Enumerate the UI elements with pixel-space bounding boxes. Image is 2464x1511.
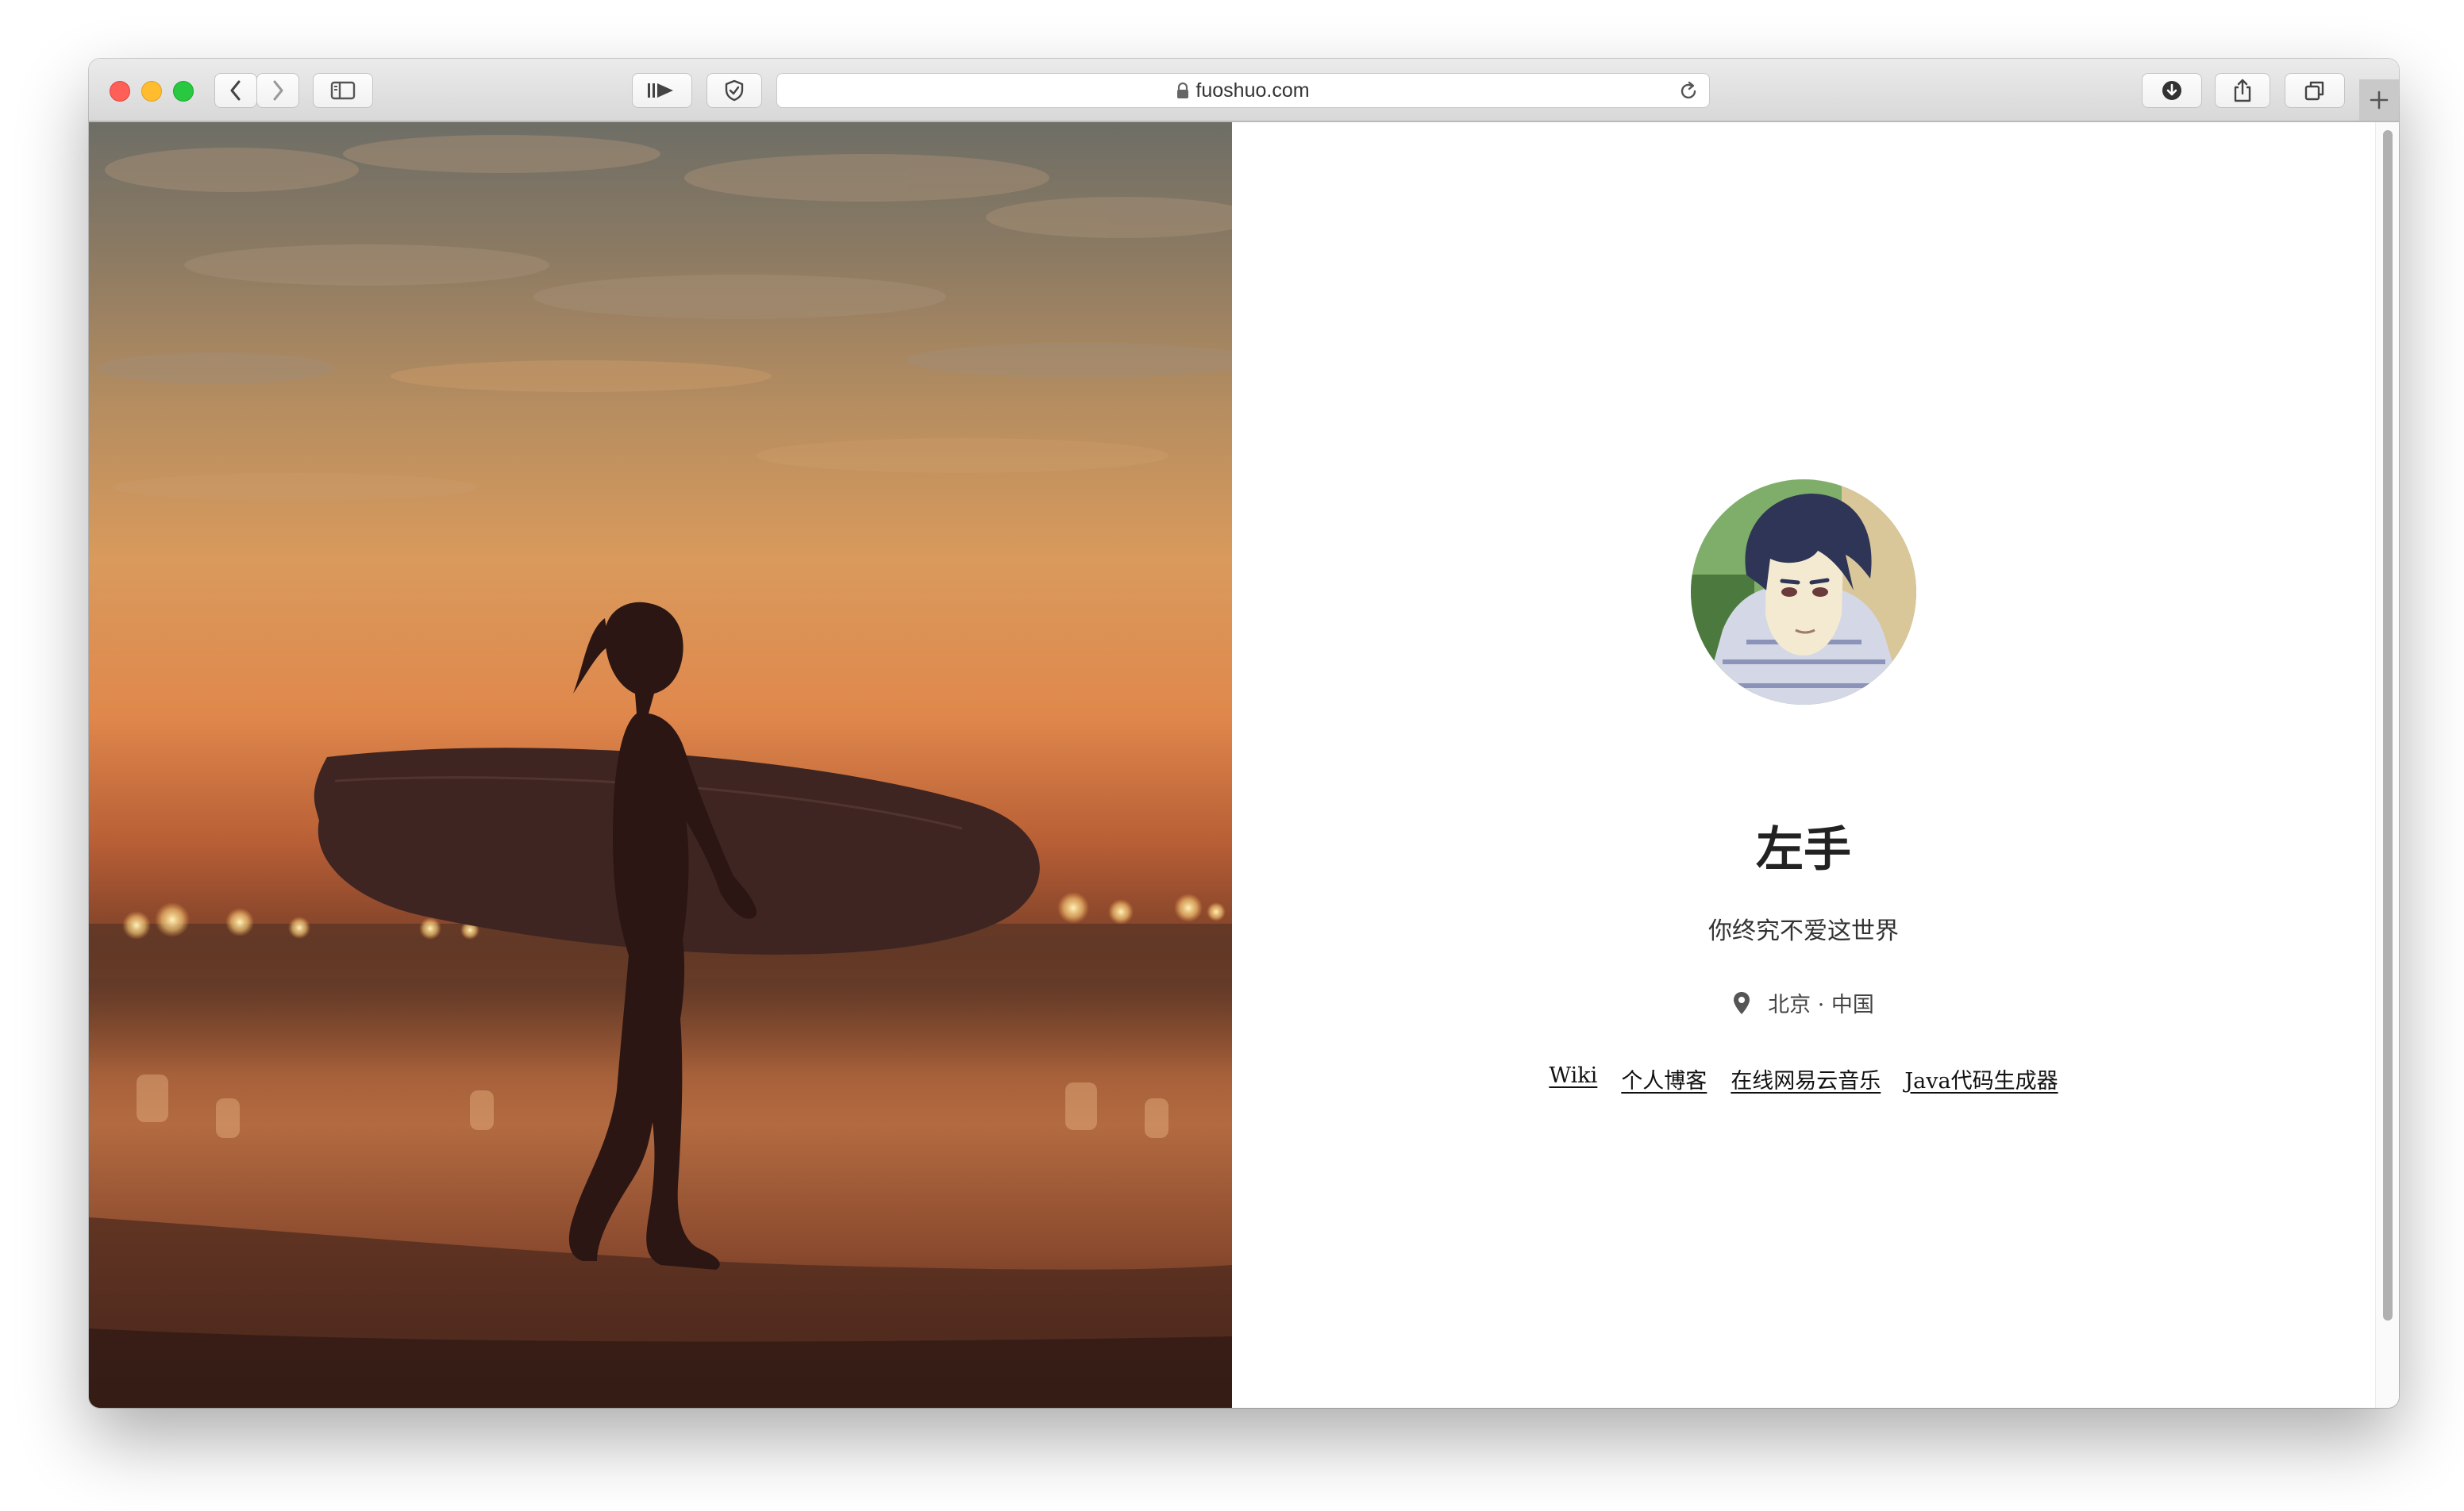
plus-icon: [2370, 90, 2389, 110]
back-button[interactable]: [214, 73, 257, 108]
minimize-window-button[interactable]: [141, 81, 162, 102]
tabs-overview-button[interactable]: [2285, 73, 2345, 108]
profile-page: 左手 你终究不爱这世界 北京 · 中国 Wiki 个人博客 在线网易云音乐 Ja…: [1232, 122, 2375, 1408]
link-music[interactable]: 在线网易云音乐: [1731, 1063, 1881, 1094]
shield-icon: [725, 79, 744, 102]
download-icon: [2162, 81, 2181, 100]
avatar: [1691, 479, 1916, 705]
location-pin-icon: [1733, 991, 1750, 1015]
link-blog[interactable]: 个人博客: [1621, 1063, 1707, 1094]
share-button[interactable]: [2215, 73, 2270, 108]
reader-icon: [648, 83, 673, 98]
share-icon: [2234, 79, 2251, 102]
browser-window: fuoshuo.com 左手 你终究不爱这世界 北京 · 中国 Wiki 个人博…: [89, 59, 2399, 1408]
profile-name: 左手: [1756, 822, 1851, 878]
browser-toolbar: fuoshuo.com: [89, 59, 2399, 122]
forward-icon: [273, 80, 283, 101]
downloads-button[interactable]: [2142, 73, 2202, 108]
hero-image: [89, 122, 1232, 1408]
link-wiki[interactable]: Wiki: [1549, 1063, 1597, 1094]
address-bar[interactable]: fuoshuo.com: [776, 73, 1710, 108]
avatar-illustration: [1691, 479, 1916, 705]
reload-icon[interactable]: [1677, 80, 1700, 102]
profile-links: Wiki 个人博客 在线网易云音乐 Java代码生成器: [1232, 1063, 2375, 1094]
profile-location: 北京 · 中国: [1232, 987, 2375, 1018]
new-tab-button[interactable]: [2359, 79, 2399, 121]
sidebar-button[interactable]: [313, 73, 373, 108]
forward-button[interactable]: [256, 73, 299, 108]
scrollbar-thumb[interactable]: [2383, 130, 2393, 1321]
close-window-button[interactable]: [110, 81, 130, 102]
location-text: 北京 · 中国: [1768, 993, 1874, 1017]
reader-button[interactable]: [632, 73, 692, 108]
tabs-overview-icon: [2304, 81, 2324, 101]
lock-icon: [1177, 82, 1189, 98]
address-text: fuoshuo.com: [777, 74, 1709, 107]
profile-bio: 你终究不爱这世界: [1708, 917, 1899, 945]
web-page: 左手 你终究不爱这世界 北京 · 中国 Wiki 个人博客 在线网易云音乐 Ja…: [89, 122, 2399, 1408]
privacy-report-button[interactable]: [706, 73, 762, 108]
surfer-illustration: [89, 135, 1232, 1408]
url-text: fuoshuo.com: [1195, 79, 1310, 102]
back-icon: [230, 80, 241, 101]
link-code-generator[interactable]: Java代码生成器: [1904, 1063, 2058, 1094]
vertical-scrollbar[interactable]: [2375, 122, 2399, 1408]
sidebar-icon: [330, 81, 356, 100]
zoom-window-button[interactable]: [173, 81, 194, 102]
